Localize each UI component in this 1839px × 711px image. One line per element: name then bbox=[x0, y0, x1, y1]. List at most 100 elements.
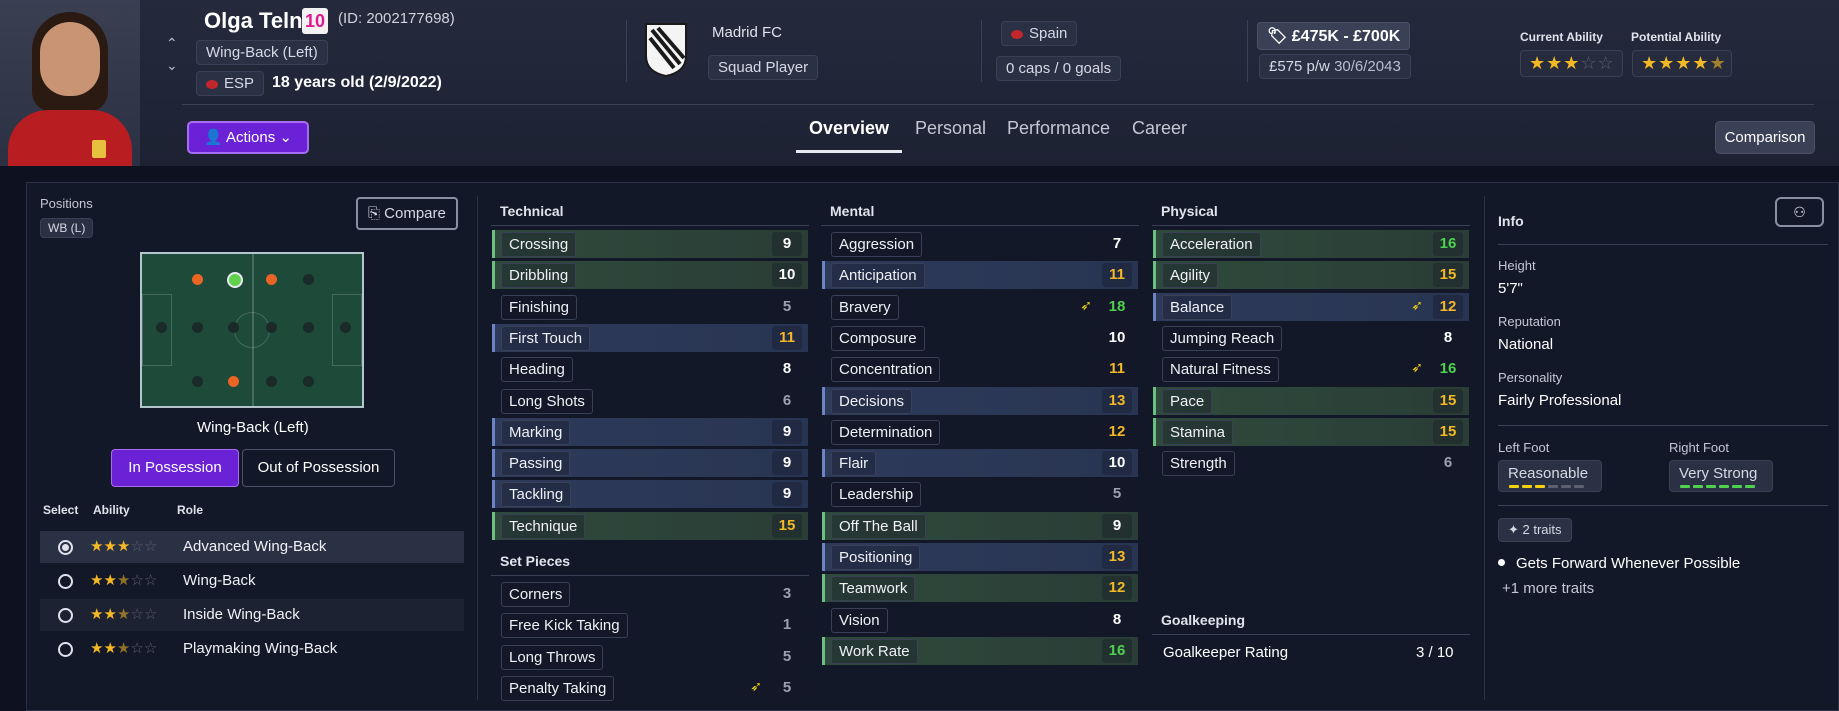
attribute-row[interactable]: Aggression 7 bbox=[822, 230, 1138, 258]
attribute-value: 6 bbox=[772, 388, 802, 413]
attribute-label: Strength bbox=[1162, 451, 1235, 477]
spain-flag-icon bbox=[206, 79, 218, 89]
attribute-value: 5 bbox=[772, 294, 802, 319]
attribute-row[interactable]: Bravery 18 ➶ bbox=[822, 293, 1138, 321]
tab-overview[interactable]: Overview bbox=[809, 118, 889, 139]
player-photo bbox=[0, 0, 140, 166]
attribute-value: 11 bbox=[1102, 263, 1132, 288]
role-row[interactable]: ★★★☆☆ Advanced Wing-Back bbox=[40, 531, 464, 563]
role-row[interactable]: ★★★☆☆ Playmaking Wing-Back bbox=[40, 633, 464, 665]
player-profile-icon[interactable]: ⚇ bbox=[1775, 197, 1824, 227]
attribute-row[interactable]: Long Throws 5 bbox=[492, 643, 808, 671]
attribute-row[interactable]: Vision 8 bbox=[822, 606, 1138, 634]
attribute-label: Finishing bbox=[501, 294, 578, 320]
role-radio[interactable] bbox=[58, 540, 73, 555]
attribute-row[interactable]: Passing 9 bbox=[492, 449, 808, 478]
wage-chip: £575 p/w 30/6/2043 bbox=[1259, 54, 1411, 79]
attribute-row[interactable]: Pace 15 bbox=[1153, 386, 1469, 415]
role-radio[interactable] bbox=[58, 608, 73, 623]
actions-button[interactable]: 👤 Actions ⌄ bbox=[187, 121, 309, 154]
attribute-value: 12 bbox=[1102, 419, 1132, 444]
attribute-value: 9 bbox=[772, 451, 802, 476]
attribute-row[interactable]: Positioning 13 bbox=[822, 543, 1138, 571]
chevron-down-icon[interactable]: ⌄ bbox=[166, 54, 178, 76]
personality-value: Fairly Professional bbox=[1498, 392, 1622, 409]
role-name: Playmaking Wing-Back bbox=[183, 640, 338, 657]
chevron-up-icon[interactable]: ⌃ bbox=[166, 32, 178, 54]
more-traits-link[interactable]: +1 more traits bbox=[1502, 580, 1594, 597]
attribute-row[interactable]: Tackling 9 bbox=[492, 480, 808, 509]
role-radio[interactable] bbox=[58, 574, 73, 589]
compare-button[interactable]: ⎘ Compare bbox=[356, 197, 458, 230]
attribute-label: Agility bbox=[1162, 263, 1219, 289]
traits-chip[interactable]: ✦ 2 traits bbox=[1498, 518, 1572, 542]
attribute-label: Teamwork bbox=[831, 576, 916, 602]
tab-performance[interactable]: Performance bbox=[1007, 118, 1110, 139]
attribute-row[interactable]: Marking 9 bbox=[492, 417, 808, 446]
attribute-value: 7 bbox=[1102, 232, 1132, 256]
attribute-row[interactable]: Finishing 5 bbox=[492, 293, 808, 321]
attribute-row[interactable]: Decisions 13 bbox=[822, 386, 1138, 415]
attribute-row[interactable]: Leadership 5 bbox=[822, 480, 1138, 508]
attribute-row[interactable]: Teamwork 12 bbox=[822, 574, 1138, 603]
player-nav-arrows[interactable]: ⌃ ⌄ bbox=[166, 32, 178, 76]
attribute-row[interactable]: Jumping Reach 8 bbox=[1153, 324, 1469, 352]
attribute-row[interactable]: Free Kick Taking 1 bbox=[492, 611, 808, 639]
right-foot-label: Right Foot bbox=[1669, 440, 1729, 455]
attribute-row[interactable]: Flair 10 bbox=[822, 449, 1138, 478]
col-role: Role bbox=[177, 503, 204, 517]
in-possession-toggle[interactable]: In Possession bbox=[111, 449, 239, 487]
attribute-row[interactable]: Corners 3 bbox=[492, 580, 808, 608]
attribute-row[interactable]: Heading 8 bbox=[492, 355, 808, 383]
comparison-button[interactable]: Comparison bbox=[1715, 121, 1815, 154]
role-ability-stars: ★★★☆☆ bbox=[90, 538, 158, 555]
goalkeeping-title: Goalkeeping bbox=[1161, 612, 1246, 628]
attribute-label: Corners bbox=[501, 582, 571, 607]
foot-strength-bar bbox=[1535, 485, 1545, 488]
attribute-row[interactable]: Strength 6 bbox=[1153, 449, 1469, 477]
attribute-row[interactable]: Long Shots 6 bbox=[492, 387, 808, 415]
goalkeeper-rating-value: 3 / 10 bbox=[1416, 644, 1454, 661]
position-chip: Wing-Back (Left) bbox=[196, 40, 328, 65]
attribute-row[interactable]: Acceleration 16 bbox=[1153, 230, 1469, 258]
attribute-row[interactable]: Anticipation 11 bbox=[822, 261, 1138, 290]
attribute-row[interactable]: Agility 15 bbox=[1153, 261, 1469, 290]
attribute-value: 9 bbox=[772, 482, 802, 507]
attribute-value: 8 bbox=[1433, 325, 1463, 350]
attribute-row[interactable]: Stamina 15 bbox=[1153, 417, 1469, 446]
current-ability-stars: ★★★☆☆ bbox=[1520, 50, 1623, 77]
attribute-row[interactable]: Dribbling 10 bbox=[492, 261, 808, 290]
role-row[interactable]: ★★★☆☆ Wing-Back bbox=[40, 565, 464, 597]
player-name: Olga Telna bbox=[204, 8, 315, 33]
attribute-label: Passing bbox=[501, 451, 571, 477]
foot-strength-bar bbox=[1732, 485, 1742, 488]
goalkeeper-rating-label: Goalkeeper Rating bbox=[1163, 644, 1289, 661]
attribute-row[interactable]: Balance 12 ➶ bbox=[1153, 292, 1469, 321]
tab-career[interactable]: Career bbox=[1132, 118, 1187, 139]
attribute-value: 9 bbox=[772, 419, 802, 444]
out-of-possession-toggle[interactable]: Out of Possession bbox=[242, 449, 395, 487]
foot-strength-bar bbox=[1706, 485, 1716, 488]
tab-personal[interactable]: Personal bbox=[915, 118, 986, 139]
role-radio[interactable] bbox=[58, 642, 73, 657]
attribute-row[interactable]: Technique 15 bbox=[492, 511, 808, 540]
nation-chip[interactable]: Spain bbox=[1001, 21, 1078, 46]
attribute-row[interactable]: Work Rate 16 bbox=[822, 636, 1138, 665]
trait-icon: ➶ bbox=[750, 677, 762, 694]
attribute-value: 15 bbox=[772, 513, 802, 538]
attribute-value: 8 bbox=[772, 357, 802, 382]
potential-ability-stars: ★★★★★ bbox=[1632, 50, 1732, 77]
role-row[interactable]: ★★★☆☆ Inside Wing-Back bbox=[40, 599, 464, 631]
attribute-row[interactable]: Natural Fitness 16 ➶ bbox=[1153, 355, 1469, 383]
attribute-row[interactable]: Determination 12 bbox=[822, 418, 1138, 446]
attribute-row[interactable]: Composure 10 bbox=[822, 324, 1138, 352]
attribute-value: 12 bbox=[1433, 294, 1463, 319]
role-name: Advanced Wing-Back bbox=[183, 538, 327, 555]
attribute-row[interactable]: First Touch 11 bbox=[492, 323, 808, 352]
club-name[interactable]: Madrid FC bbox=[712, 24, 782, 41]
attribute-row[interactable]: Penalty Taking 5 ➶ bbox=[492, 674, 808, 702]
attribute-row[interactable]: Crossing 9 bbox=[492, 230, 808, 258]
attribute-label: Concentration bbox=[831, 357, 941, 383]
attribute-row[interactable]: Off The Ball 9 bbox=[822, 511, 1138, 540]
attribute-row[interactable]: Concentration 11 bbox=[822, 355, 1138, 383]
